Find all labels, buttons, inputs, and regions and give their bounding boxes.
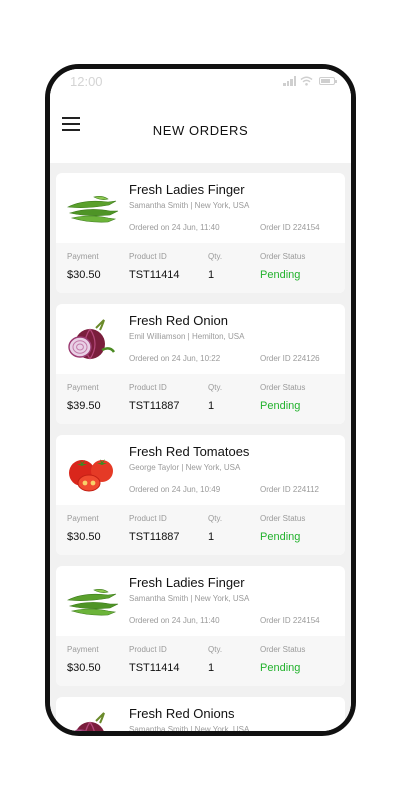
product-id-value: TST11887 bbox=[129, 531, 180, 543]
qty-value: 1 bbox=[208, 662, 215, 674]
qty-label: Qty. bbox=[208, 645, 223, 654]
order-status-value: Pending bbox=[260, 662, 301, 674]
order-card[interactable]: Fresh Red Tomatoes George Taylor | New Y… bbox=[56, 435, 345, 555]
order-card-header: Fresh Red Onions Samantha Smith | New Yo… bbox=[56, 697, 345, 731]
onion-icon bbox=[68, 319, 116, 360]
payment-label: Payment bbox=[67, 383, 99, 392]
product-id-label: Product ID bbox=[129, 514, 167, 523]
wifi-icon bbox=[300, 76, 313, 86]
qty-value: 1 bbox=[208, 269, 215, 281]
customer-info: Samantha Smith | New York, USA bbox=[129, 201, 250, 210]
product-name: Fresh Red Onions bbox=[129, 706, 235, 721]
product-name: Fresh Ladies Finger bbox=[129, 182, 245, 197]
screen: 12:00 NEW ORDERS Fresh Ladies Finger Sam… bbox=[50, 69, 351, 731]
order-card-header: Fresh Red Onion Emil Williamson | Hemilt… bbox=[56, 304, 345, 374]
customer-info: Emil Williamson | Hemilton, USA bbox=[129, 332, 245, 341]
payment-value: $30.50 bbox=[67, 269, 101, 281]
product-name: Fresh Ladies Finger bbox=[129, 575, 245, 590]
order-id: Order ID 224126 bbox=[260, 354, 320, 363]
product-id-value: TST11414 bbox=[129, 662, 180, 674]
order-date: Ordered on 24 Jun, 11:40 bbox=[129, 223, 220, 232]
order-card-header: Fresh Ladies Finger Samantha Smith | New… bbox=[56, 173, 345, 243]
order-card-details: Payment $39.50 Product ID TST11887 Qty. 1 O… bbox=[56, 374, 345, 424]
order-date: Ordered on 24 Jun, 10:22 bbox=[129, 354, 221, 363]
app-bar: NEW ORDERS bbox=[50, 93, 351, 163]
order-card[interactable]: Fresh Ladies Finger Samantha Smith | New… bbox=[56, 566, 345, 686]
order-id: Order ID 224154 bbox=[260, 616, 320, 625]
status-time: 12:00 bbox=[70, 73, 103, 89]
order-status-label: Order Status bbox=[260, 645, 306, 654]
customer-info: George Taylor | New York, USA bbox=[129, 463, 241, 472]
product-name: Fresh Red Onion bbox=[129, 313, 228, 328]
order-status-value: Pending bbox=[260, 269, 301, 281]
menu-button[interactable] bbox=[62, 117, 84, 133]
order-date: Ordered on 24 Jun, 11:40 bbox=[129, 616, 220, 625]
payment-label: Payment bbox=[67, 252, 99, 261]
qty-label: Qty. bbox=[208, 383, 223, 392]
customer-info: Samantha Smith | New York, USA bbox=[129, 594, 250, 603]
order-status-label: Order Status bbox=[260, 252, 306, 261]
payment-value: $30.50 bbox=[67, 662, 101, 674]
product-id-label: Product ID bbox=[129, 383, 167, 392]
orders-list: Fresh Ladies Finger Samantha Smith | New… bbox=[56, 173, 345, 731]
qty-value: 1 bbox=[208, 531, 215, 543]
payment-value: $30.50 bbox=[67, 531, 101, 543]
customer-info: Samantha Smith | New York, USA bbox=[129, 725, 250, 731]
product-id-label: Product ID bbox=[129, 645, 167, 654]
order-card[interactable]: Fresh Red Onions Samantha Smith | New Yo… bbox=[56, 697, 345, 731]
order-card-details: Payment $30.50 Product ID TST11887 Qty. 1 O… bbox=[56, 505, 345, 555]
okra-icon bbox=[66, 589, 119, 616]
hamburger-icon bbox=[62, 117, 80, 119]
payment-label: Payment bbox=[67, 514, 99, 523]
order-card[interactable]: Fresh Ladies Finger Samantha Smith | New… bbox=[56, 173, 345, 293]
qty-label: Qty. bbox=[208, 252, 223, 261]
qty-value: 1 bbox=[208, 400, 215, 412]
signal-icon bbox=[283, 76, 296, 86]
page-title: NEW ORDERS bbox=[152, 122, 249, 138]
product-name: Fresh Red Tomatoes bbox=[129, 444, 250, 459]
order-card[interactable]: Fresh Red Onion Emil Williamson | Hemilt… bbox=[56, 304, 345, 424]
tomato-icon bbox=[69, 459, 113, 492]
okra-icon bbox=[66, 196, 119, 223]
order-status-value: Pending bbox=[260, 531, 301, 543]
order-status-label: Order Status bbox=[260, 514, 306, 523]
product-id-value: TST11887 bbox=[129, 400, 180, 412]
onion-icon bbox=[73, 712, 105, 731]
order-card-details: Payment $30.50 Product ID TST11414 Qty. 1 O… bbox=[56, 243, 345, 293]
status-bar: 12:00 bbox=[50, 69, 351, 93]
order-status-label: Order Status bbox=[260, 383, 306, 392]
payment-value: $39.50 bbox=[67, 400, 101, 412]
order-status-value: Pending bbox=[260, 400, 301, 412]
product-id-value: TST11414 bbox=[129, 269, 180, 281]
payment-label: Payment bbox=[67, 645, 99, 654]
status-icons bbox=[283, 76, 337, 86]
phone-frame: 12:00 NEW ORDERS Fresh Ladies Finger Sam… bbox=[45, 64, 356, 736]
battery-icon bbox=[319, 77, 337, 85]
order-id: Order ID 224112 bbox=[260, 485, 319, 494]
product-id-label: Product ID bbox=[129, 252, 167, 261]
order-id: Order ID 224154 bbox=[260, 223, 320, 232]
order-date: Ordered on 24 Jun, 10:49 bbox=[129, 485, 221, 494]
order-card-details: Payment $30.50 Product ID TST11414 Qty. 1 O… bbox=[56, 636, 345, 686]
qty-label: Qty. bbox=[208, 514, 223, 523]
order-card-header: Fresh Red Tomatoes George Taylor | New Y… bbox=[56, 435, 345, 505]
order-card-header: Fresh Ladies Finger Samantha Smith | New… bbox=[56, 566, 345, 636]
